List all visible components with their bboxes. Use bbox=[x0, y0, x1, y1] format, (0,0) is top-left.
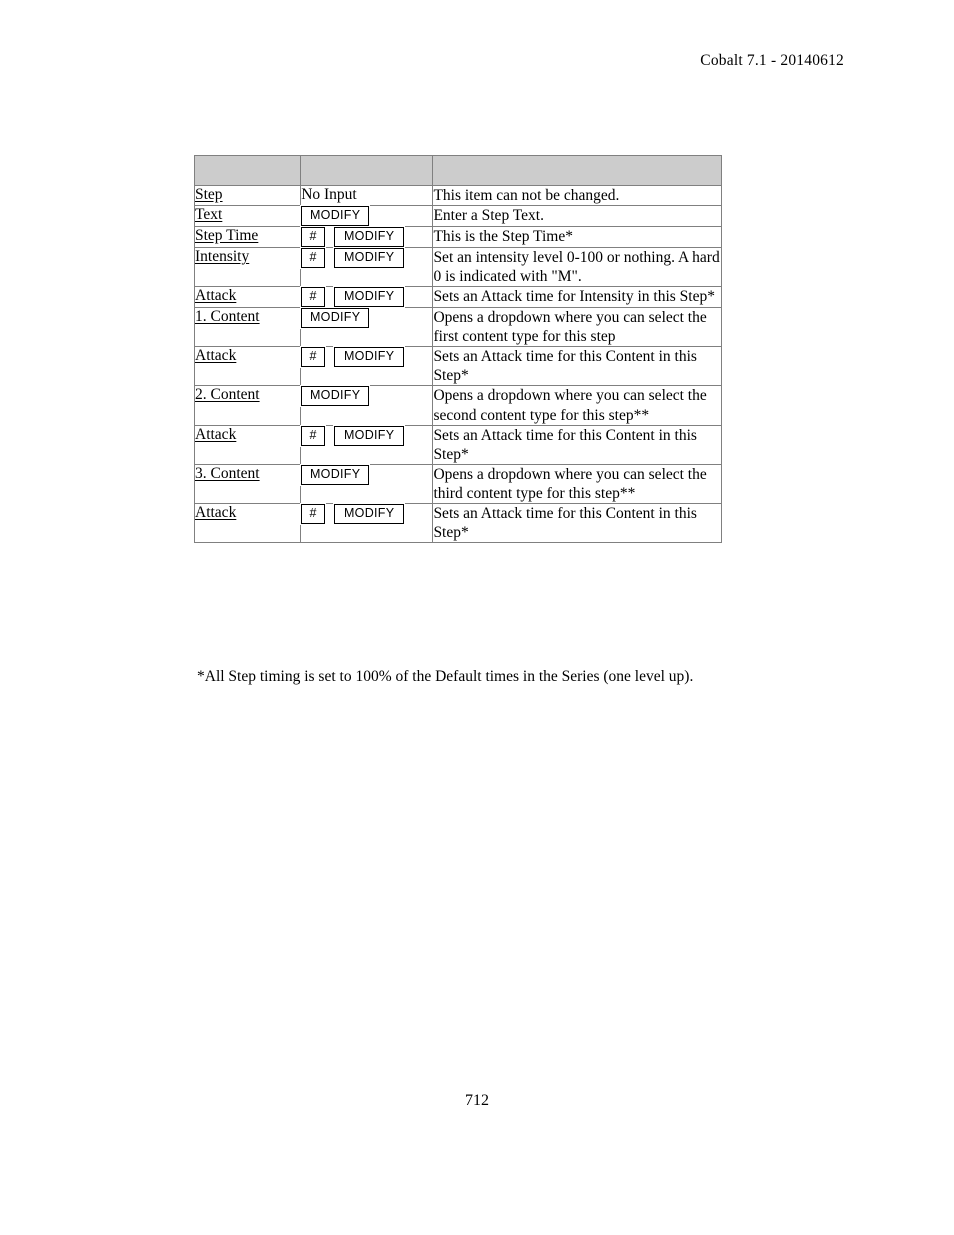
row-description-cell: Enter a Step Text. bbox=[432, 205, 722, 228]
row-label-cell: Attack bbox=[193, 346, 302, 387]
row-input-cell: MODIFY bbox=[300, 463, 434, 504]
table-row: 2. Content MODIFY Opens a dropdown where y… bbox=[193, 385, 722, 426]
row-input-cell: No Input bbox=[300, 184, 434, 207]
hash-button[interactable]: # bbox=[301, 347, 326, 368]
row-label-cell: Intensity bbox=[193, 247, 302, 288]
row-label: Intensity bbox=[195, 248, 250, 266]
row-label-cell: Attack bbox=[193, 502, 302, 543]
table-row: Attack # MODIFY Sets an Attack time for thi… bbox=[193, 502, 722, 543]
row-description-cell: This item can not be changed. bbox=[432, 184, 722, 207]
row-input-cell: # MODIFY bbox=[300, 247, 434, 288]
modify-button[interactable]: MODIFY bbox=[301, 206, 370, 227]
row-input-cell: # MODIFY bbox=[300, 424, 434, 465]
row-label: Step bbox=[195, 186, 223, 203]
row-label: 1. Content bbox=[195, 308, 260, 326]
modify-button[interactable]: MODIFY bbox=[334, 248, 405, 269]
modify-button[interactable]: MODIFY bbox=[301, 308, 370, 329]
modify-button[interactable]: MODIFY bbox=[301, 464, 370, 485]
row-label-cell: Text bbox=[193, 205, 302, 228]
row-label: Attack bbox=[195, 425, 237, 443]
row-description-cell: Opens a dropdown where you can select th… bbox=[432, 307, 722, 348]
table-row: Attack # MODIFY Sets an Attack time for Int… bbox=[193, 286, 722, 309]
row-description-cell: Sets an Attack time for this Content in … bbox=[432, 346, 722, 387]
row-label-cell: 3. Content bbox=[193, 463, 302, 504]
row-description-cell: Sets an Attack time for this Content in … bbox=[432, 502, 722, 543]
table-row: Text MODIFY Enter a Step Text. bbox=[193, 205, 722, 228]
row-description-cell: Sets an Attack time for Intensity in thi… bbox=[432, 286, 722, 309]
hash-button[interactable]: # bbox=[301, 503, 326, 524]
row-input-cell: MODIFY bbox=[300, 385, 434, 426]
table-row: Attack # MODIFY Sets an Attack time for thi… bbox=[193, 424, 722, 465]
modify-button[interactable]: MODIFY bbox=[301, 386, 370, 407]
modify-button[interactable]: MODIFY bbox=[334, 287, 405, 308]
modify-button[interactable]: MODIFY bbox=[334, 425, 405, 446]
table-row: Step No Input This item can not be changed… bbox=[193, 184, 722, 207]
hash-button[interactable]: # bbox=[301, 425, 326, 446]
row-input-cell: # MODIFY bbox=[300, 502, 434, 543]
table-body: Step No Input This item can not be changed… bbox=[193, 155, 722, 543]
row-input-cell: # MODIFY bbox=[300, 346, 434, 387]
row-input-cell: # MODIFY bbox=[300, 286, 434, 309]
row-description-cell: Set an intensity level 0-100 or nothing.… bbox=[432, 247, 722, 288]
row-input-cell: MODIFY bbox=[300, 307, 434, 348]
row-description-cell: This is the Step Time* bbox=[432, 226, 722, 249]
modify-button[interactable]: MODIFY bbox=[334, 227, 405, 248]
row-label: Attack bbox=[195, 287, 237, 305]
table-row: 1. Content MODIFY Opens a dropdown where y… bbox=[193, 307, 722, 348]
row-label: Attack bbox=[195, 347, 237, 365]
table-header-cell-input bbox=[300, 155, 434, 186]
table-row: 3. Content MODIFY Opens a dropdown where y… bbox=[193, 463, 722, 504]
row-label-cell: 2. Content bbox=[193, 385, 302, 426]
row-input-cell: MODIFY bbox=[300, 205, 434, 228]
row-description-cell: Opens a dropdown where you can select th… bbox=[432, 463, 722, 504]
row-label: 2. Content bbox=[195, 386, 260, 404]
footnote-text: *All Step timing is set to 100% of the D… bbox=[197, 668, 694, 685]
modify-button[interactable]: MODIFY bbox=[334, 503, 405, 524]
row-label-cell: Step Time bbox=[193, 226, 302, 249]
hash-button[interactable]: # bbox=[301, 248, 326, 269]
row-label-cell: 1. Content bbox=[193, 307, 302, 348]
row-label: Attack bbox=[195, 503, 237, 521]
page-number: 712 bbox=[465, 1092, 489, 1109]
row-label-cell: Attack bbox=[193, 424, 302, 465]
table-header-cell-label bbox=[193, 155, 302, 186]
table-header-cell-description bbox=[432, 155, 722, 186]
table-header-row bbox=[193, 155, 722, 186]
row-label-cell: Step bbox=[193, 184, 302, 207]
row-input-cell: # MODIFY bbox=[300, 226, 434, 249]
input-static-text: No Input bbox=[301, 186, 357, 203]
hash-button[interactable]: # bbox=[301, 287, 326, 308]
row-label-cell: Attack bbox=[193, 286, 302, 309]
row-label: Text bbox=[195, 206, 223, 224]
modify-button[interactable]: MODIFY bbox=[334, 347, 405, 368]
row-description-cell: Sets an Attack time for this Content in … bbox=[432, 424, 722, 465]
step-attributes-table: Step No Input This item can not be changed… bbox=[193, 155, 722, 543]
row-description-cell: Opens a dropdown where you can select th… bbox=[432, 385, 722, 426]
row-label: 3. Content bbox=[195, 464, 260, 482]
hash-button[interactable]: # bbox=[301, 227, 326, 248]
table-row: Intensity # MODIFY Set an intensity level 0… bbox=[193, 247, 722, 288]
table-row: Step Time # MODIFY This is the Step Time* bbox=[193, 226, 722, 249]
table-row: Attack # MODIFY Sets an Attack time for thi… bbox=[193, 346, 722, 387]
row-label: Step Time bbox=[195, 227, 259, 245]
document-header: Cobalt 7.1 - 20140612 bbox=[700, 52, 844, 69]
